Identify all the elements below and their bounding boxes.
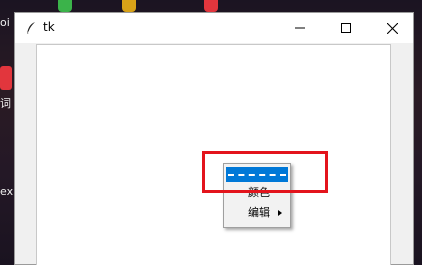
desktop-label-2[interactable]: 词 xyxy=(0,98,11,110)
desktop-icon-green[interactable] xyxy=(58,0,72,12)
maximize-button[interactable] xyxy=(323,13,369,43)
feather-icon xyxy=(26,22,35,35)
menu-item-edit[interactable]: 编辑 xyxy=(226,204,288,222)
close-button[interactable] xyxy=(369,13,415,43)
minimize-button[interactable] xyxy=(277,13,323,43)
desktop-icon-red[interactable] xyxy=(204,0,218,12)
desktop-label-1[interactable]: oi xyxy=(0,17,10,29)
menu-item-label: 编辑 xyxy=(248,206,270,219)
highlight-box xyxy=(202,151,328,193)
desktop-icon-yellow[interactable] xyxy=(122,0,136,12)
close-icon xyxy=(386,22,398,34)
tk-window: tk xyxy=(14,12,414,265)
submenu-arrow-icon xyxy=(278,210,282,216)
desktop-icon-app[interactable] xyxy=(0,66,12,90)
minimize-icon xyxy=(295,27,305,29)
maximize-icon xyxy=(341,23,351,33)
window-title: tk xyxy=(43,20,55,34)
desktop-label-3[interactable]: ex xyxy=(0,186,13,198)
title-bar[interactable]: tk xyxy=(15,13,413,43)
